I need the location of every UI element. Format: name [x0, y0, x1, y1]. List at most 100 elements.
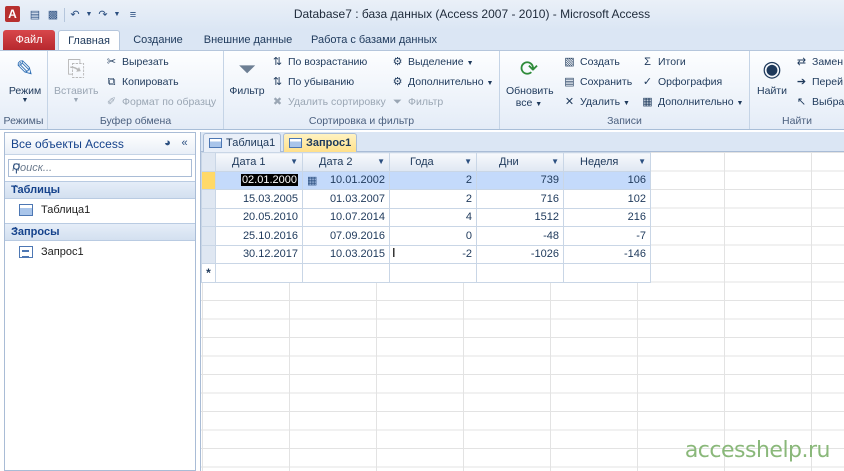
- replace-button[interactable]: ⇄ Замен: [794, 54, 843, 71]
- select-button[interactable]: ↖ Выбра: [794, 94, 844, 111]
- chevron-down-icon[interactable]: ▼: [551, 157, 559, 166]
- chevron-down-icon: ▼: [623, 100, 630, 107]
- advanced-filter-button[interactable]: ⚙ Дополнительно ▼: [390, 74, 494, 91]
- row-selector[interactable]: [201, 189, 216, 209]
- selection-button[interactable]: ⚙ Выделение ▼: [390, 54, 474, 71]
- column-header-date2[interactable]: Дата 2 ▼: [302, 152, 390, 172]
- chevron-up-icon[interactable]: ⌃: [11, 183, 185, 196]
- cell-week[interactable]: 216: [563, 207, 651, 227]
- category-tables[interactable]: Таблицы ⌃: [5, 181, 195, 199]
- chevron-down-icon[interactable]: ▼: [638, 157, 646, 166]
- paste-button[interactable]: ⎘ Вставить ▼: [54, 55, 99, 104]
- view-button[interactable]: ✎ Режим ▼: [5, 55, 45, 104]
- cell-years[interactable]: [389, 263, 477, 283]
- cell-date2[interactable]: [302, 263, 390, 283]
- cell-days[interactable]: [476, 263, 564, 283]
- more-records-button[interactable]: ▦ Дополнительно ▼: [640, 94, 743, 111]
- cell-week[interactable]: 106: [563, 170, 651, 190]
- save-record-button[interactable]: ▤ Сохранить: [562, 74, 632, 91]
- cell-date1[interactable]: 02.01.2000: [215, 170, 303, 190]
- doc-tab-table1[interactable]: Таблица1: [203, 133, 281, 152]
- column-header-week[interactable]: Неделя ▼: [563, 152, 651, 172]
- sort-descending-button[interactable]: ⇅ По убыванию: [270, 74, 354, 91]
- filter-button[interactable]: ⏷ Фильтр: [228, 55, 266, 97]
- sort-ascending-button[interactable]: ⇅ По возрастанию: [270, 54, 367, 71]
- column-header-years[interactable]: Года ▼: [389, 152, 477, 172]
- tab-database-tools[interactable]: Работа с базами данных: [306, 30, 442, 50]
- cell-date2[interactable]: ▦ 10.01.2002: [302, 170, 390, 190]
- spelling-button[interactable]: ✓ Орфография: [640, 74, 722, 91]
- cell-days[interactable]: 739: [476, 170, 564, 190]
- cut-button[interactable]: ✂ Вырезать: [104, 54, 169, 71]
- totals-button[interactable]: Σ Итоги: [640, 54, 686, 71]
- column-label: Дата 1: [232, 155, 266, 168]
- cell-years[interactable]: 2: [389, 189, 477, 209]
- table-row[interactable]: 15.03.2005 01.03.2007 2 716 102: [201, 189, 651, 209]
- cell-days[interactable]: -1026: [476, 244, 564, 264]
- row-selector[interactable]: [201, 244, 216, 264]
- row-selector[interactable]: [201, 170, 216, 190]
- row-selector[interactable]: [201, 207, 216, 227]
- cell-date2[interactable]: 10.03.2015: [302, 244, 390, 264]
- cell-date1[interactable]: 15.03.2005: [215, 189, 303, 209]
- chevron-down-icon[interactable]: ▼: [290, 157, 298, 166]
- cell-days[interactable]: 716: [476, 189, 564, 209]
- nav-item-label: Запрос1: [41, 246, 84, 258]
- group-sort-filter: ⏷ Фильтр ⇅ По возрастанию ⇅ По убыванию ✖ У…: [224, 51, 500, 129]
- cell-date2[interactable]: 07.09.2016: [302, 226, 390, 246]
- cell-date1[interactable]: 30.12.2017: [215, 244, 303, 264]
- format-painter-button[interactable]: ✐ Формат по образцу: [104, 94, 216, 111]
- chevron-up-icon[interactable]: ⌃: [11, 225, 185, 238]
- remove-sort-button[interactable]: ✖ Удалить сортировку: [270, 94, 386, 111]
- chevron-down-icon[interactable]: ▼: [464, 157, 472, 166]
- nav-pane-header[interactable]: Все объекты Access ◕ «: [5, 133, 195, 155]
- calendar-icon[interactable]: ▦: [307, 174, 317, 187]
- column-header-days[interactable]: Дни ▼: [476, 152, 564, 172]
- nav-menu-icon[interactable]: ◕: [160, 136, 175, 151]
- cell-date1[interactable]: 25.10.2016: [215, 226, 303, 246]
- collapse-pane-icon[interactable]: «: [177, 136, 192, 151]
- chevron-down-icon[interactable]: ▼: [377, 157, 385, 166]
- cell-date2[interactable]: 01.03.2007: [302, 189, 390, 209]
- tab-create[interactable]: Создание: [126, 30, 190, 50]
- delete-record-button[interactable]: ✕ Удалить ▼: [562, 94, 630, 111]
- cell-years[interactable]: -2: [389, 244, 477, 264]
- nav-item-table1[interactable]: Таблица1: [5, 199, 195, 221]
- search-icon[interactable]: ⚲: [12, 161, 189, 175]
- toggle-filter-button[interactable]: ⏷ Фильтр: [390, 94, 443, 111]
- category-queries[interactable]: Запросы ⌃: [5, 223, 195, 241]
- tab-file[interactable]: Файл: [3, 30, 55, 50]
- nav-item-query1[interactable]: Запрос1: [5, 241, 195, 263]
- select-all-corner[interactable]: [201, 152, 216, 172]
- cell-years[interactable]: 0: [389, 226, 477, 246]
- cell-years[interactable]: 2: [389, 170, 477, 190]
- tab-home[interactable]: Главная: [58, 30, 120, 50]
- cell-date2[interactable]: 10.07.2014: [302, 207, 390, 227]
- column-header-date1[interactable]: Дата 1 ▼: [215, 152, 303, 172]
- window-title: Database7 : база данных (Access 2007 - 2…: [293, 7, 651, 21]
- table-row[interactable]: 02.01.2000 ▦ 10.01.2002 2 739 106: [201, 170, 651, 190]
- cell-week[interactable]: -7: [563, 226, 651, 246]
- replace-icon: ⇄: [796, 56, 807, 68]
- cell-week[interactable]: 102: [563, 189, 651, 209]
- cell-days[interactable]: -48: [476, 226, 564, 246]
- cell-days[interactable]: 1512: [476, 207, 564, 227]
- row-selector[interactable]: [201, 226, 216, 246]
- table-row[interactable]: 25.10.2016 07.09.2016 0 -48 -7: [201, 226, 651, 246]
- tab-external-data[interactable]: Внешние данные: [196, 30, 300, 50]
- cell-week[interactable]: -146: [563, 244, 651, 264]
- find-button[interactable]: ◉ Найти: [754, 55, 790, 97]
- goto-button[interactable]: ➔ Перей: [794, 74, 843, 91]
- cell-date1[interactable]: 20.05.2010: [215, 207, 303, 227]
- cell-week[interactable]: [563, 263, 651, 283]
- copy-button[interactable]: ⧉ Копировать: [104, 74, 179, 91]
- nav-search-input[interactable]: Поиск... ⚲: [8, 159, 192, 177]
- new-record-row[interactable]: *: [201, 263, 651, 283]
- cell-years[interactable]: 4: [389, 207, 477, 227]
- new-record-button[interactable]: ▧ Создать: [562, 54, 620, 71]
- table-row[interactable]: 20.05.2010 10.07.2014 4 1512 216: [201, 207, 651, 227]
- cell-date1[interactable]: [215, 263, 303, 283]
- refresh-all-button[interactable]: ⟳ Обновить все ▼: [506, 55, 554, 109]
- doc-tab-query1[interactable]: Запрос1: [283, 133, 357, 152]
- table-row[interactable]: 30.12.2017 10.03.2015 -2 -1026 -146: [201, 244, 651, 264]
